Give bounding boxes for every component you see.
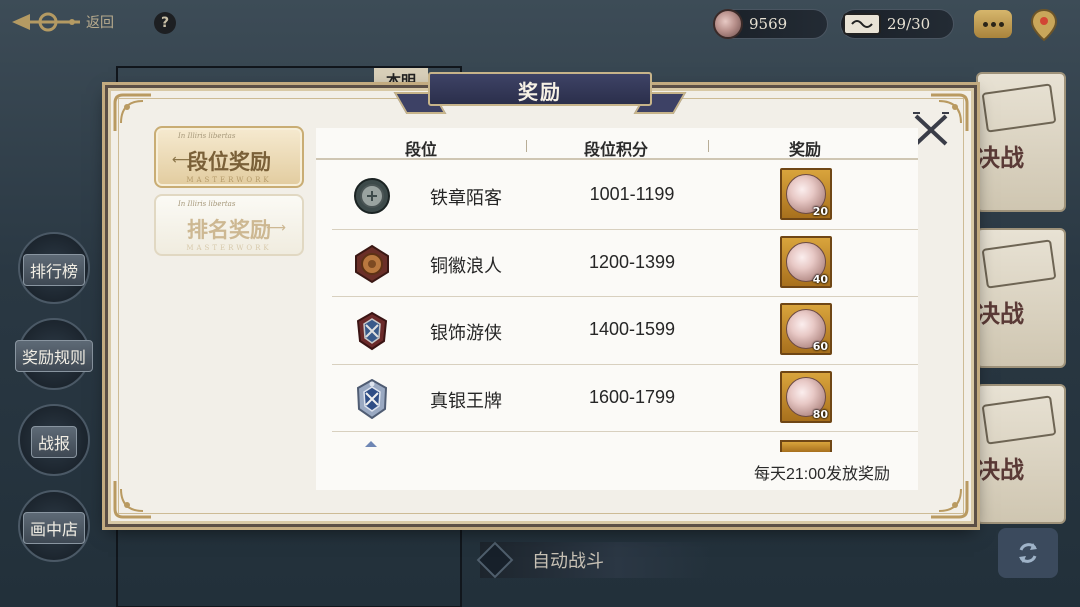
battle-report-button[interactable]: 战报 — [10, 402, 98, 482]
ticket-counter[interactable]: 29/30 — [840, 9, 954, 39]
rank-name: 铁章陌客 — [430, 188, 502, 208]
iron-badge-icon — [354, 178, 390, 214]
reward-item[interactable]: 80 — [780, 370, 832, 423]
reward-schedule-note: 每天21:00发放奖励 — [754, 466, 891, 483]
reward-item[interactable]: 60 — [780, 303, 832, 355]
coin-count: 9569 — [749, 15, 788, 33]
back-label: 返回 — [86, 15, 114, 31]
tab-rank-rewards[interactable]: In Illiris libertas ⟵ 段位奖励 MASTERWORK — [154, 126, 304, 188]
duel-card[interactable]: 决战 — [976, 72, 1066, 212]
back-button[interactable]: 返回 — [10, 6, 130, 38]
reward-quantity: 60 — [812, 340, 828, 353]
duel-card-label: 决战 — [976, 455, 1024, 484]
table-header: 段位 段位积分 奖励 — [316, 128, 918, 160]
header-points: 段位积分 — [583, 140, 648, 159]
reward-item[interactable]: 40 — [780, 235, 832, 288]
table-row — [332, 432, 918, 452]
tab-motto: In Illiris libertas — [178, 200, 236, 208]
coin-icon — [713, 9, 743, 39]
table-row: 铁章陌客 1001-1199 20 — [332, 162, 918, 230]
reward-quantity: 40 — [812, 272, 828, 286]
ticket-icon — [843, 13, 881, 35]
mask-icon — [981, 83, 1057, 133]
header-divider — [526, 140, 527, 152]
help-icon[interactable]: ? — [154, 12, 176, 34]
header-divider — [708, 140, 709, 152]
top-bar: 返回 ? 9569 29/30 — [0, 0, 1080, 48]
battle-report-label: 战报 — [30, 426, 77, 458]
bronze-badge-icon — [355, 244, 389, 283]
refresh-button[interactable] — [998, 528, 1058, 578]
tab-subtitle: MASTERWORK — [186, 176, 272, 184]
painting-shop-label: 画中店 — [22, 512, 85, 544]
points-range: 1400-1599 — [588, 319, 676, 339]
tab-motto: In Illiris libertas — [178, 132, 236, 140]
table-row: 真银王牌 1600-1799 80 — [332, 365, 918, 432]
left-menu: 排行榜 奖励规则 战报 画中店 — [10, 230, 102, 574]
ticket-count: 29/30 — [887, 15, 931, 33]
header-reward: 奖励 — [788, 140, 821, 159]
tab-subtitle: MASTERWORK — [186, 244, 272, 252]
duel-card[interactable]: 决战 — [976, 384, 1066, 524]
coin-counter[interactable]: 9569 — [713, 9, 828, 39]
rank-name: 银饰游侠 — [430, 323, 502, 343]
leaderboard-label: 排行榜 — [22, 254, 85, 286]
tab-label: 段位奖励 — [187, 149, 271, 174]
points-range: 1600-1799 — [588, 386, 676, 407]
reward-table: 段位 段位积分 奖励 铁章陌客 1001-1199 20 铜徽浪人 1200-1… — [316, 128, 918, 490]
duel-card-label: 决战 — [976, 143, 1024, 172]
corner-ornament-icon — [113, 481, 151, 519]
badge-icon — [365, 441, 377, 447]
points-range: 1200-1399 — [588, 251, 676, 272]
back-ornament-icon — [12, 12, 80, 32]
silver-badge-icon — [356, 311, 388, 351]
diamond-icon — [476, 541, 514, 579]
corner-ornament-icon — [113, 93, 151, 131]
true-silver-badge-icon — [356, 378, 388, 419]
reward-rules-label: 奖励规则 — [14, 340, 93, 372]
header-rank: 段位 — [404, 140, 437, 159]
leaderboard-button[interactable]: 排行榜 — [10, 230, 98, 310]
reward-quantity: 80 — [812, 407, 828, 421]
mask-icon — [981, 239, 1057, 289]
dialog-title: 奖励 — [518, 80, 562, 104]
tab-label: 排名奖励 — [187, 217, 271, 242]
rank-name: 真银王牌 — [430, 390, 502, 411]
tab-ranking-rewards[interactable]: In Illiris libertas ⟶ 排名奖励 MASTERWORK — [154, 194, 304, 256]
auto-battle-label: 自动战斗 — [532, 551, 604, 572]
mask-icon — [981, 395, 1057, 445]
dialog-title-banner: 奖励 — [393, 70, 687, 118]
reward-rules-button[interactable]: 奖励规则 — [10, 316, 98, 396]
reward-rows: 铁章陌客 1001-1199 20 铜徽浪人 1200-1399 40 银饰游侠… — [332, 162, 918, 452]
reward-quantity: 20 — [812, 205, 828, 218]
painting-shop-button[interactable]: 画中店 — [10, 488, 98, 568]
corner-ornament-icon — [931, 481, 969, 519]
auto-battle-button[interactable]: 自动战斗 — [476, 541, 710, 579]
right-side-cards: 决战 决战 决战 — [976, 72, 1076, 540]
duel-card[interactable]: 决战 — [976, 228, 1066, 368]
location-pin-icon[interactable] — [1030, 8, 1058, 42]
duel-card-label: 决战 — [976, 299, 1024, 328]
reward-item[interactable] — [780, 440, 832, 452]
rank-name: 铜徽浪人 — [430, 255, 502, 276]
table-row: 铜徽浪人 1200-1399 40 — [332, 230, 918, 297]
points-range: 1001-1199 — [589, 184, 675, 204]
chat-icon[interactable] — [974, 10, 1012, 38]
table-row: 银饰游侠 1400-1599 60 — [332, 297, 918, 365]
reward-item[interactable]: 20 — [780, 168, 832, 220]
refresh-icon — [1019, 543, 1037, 563]
